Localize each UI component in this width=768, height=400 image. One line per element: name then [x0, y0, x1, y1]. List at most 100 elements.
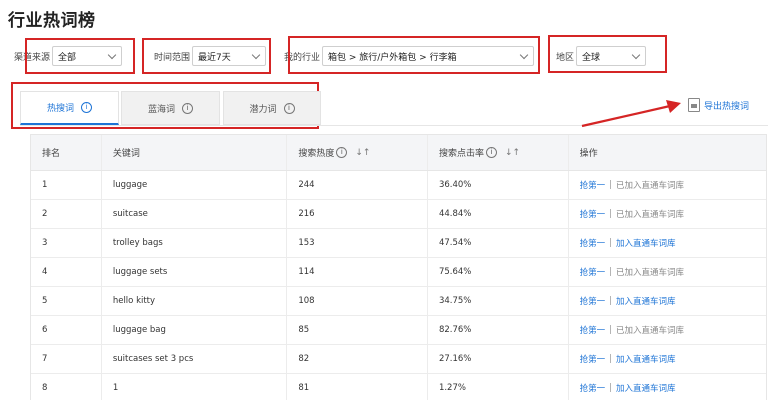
page-title: 行业热词榜: [8, 11, 96, 31]
cell-action: 抢第一 | 已加入直通车词库: [569, 316, 766, 344]
sort-icon[interactable]: ↓↑: [505, 148, 520, 158]
grab-first-link[interactable]: 抢第一: [580, 237, 606, 249]
added-to-library-status: 已加入直通车词库: [615, 268, 684, 278]
xls-file-icon: [688, 98, 700, 112]
action-separator: |: [609, 180, 612, 190]
cell-keyword: luggage: [102, 171, 288, 199]
cell-rank: 6: [31, 316, 102, 344]
grab-first-link[interactable]: 抢第一: [580, 324, 606, 336]
chevron-down-icon: [631, 50, 641, 59]
header-heat: 搜索热度 i ↓↑: [287, 135, 428, 170]
industry-filter-label: 我的行业: [284, 52, 321, 63]
cell-keyword: 1: [102, 374, 288, 400]
export-label: 导出热搜词: [704, 101, 750, 112]
time-select-value: 最近7天: [198, 52, 231, 63]
added-to-library-status: 已加入直通车词库: [615, 326, 684, 336]
cell-rank: 4: [31, 258, 102, 286]
table-row: 6 luggage bag 85 82.76% 抢第一 | 已加入直通车词库: [31, 316, 766, 345]
cell-ctr: 1.27%: [428, 374, 569, 400]
cell-ctr: 75.64%: [428, 258, 569, 286]
add-to-library-link[interactable]: 加入直通车词库: [616, 295, 676, 307]
add-to-library-link[interactable]: 加入直通车词库: [616, 237, 676, 249]
cell-action: 抢第一 | 已加入直通车词库: [569, 171, 766, 199]
cell-ctr: 36.40%: [428, 171, 569, 199]
table-row: 5 hello kitty 108 34.75% 抢第一 | 加入直通车词库: [31, 287, 766, 316]
export-button[interactable]: 导出热搜词: [688, 98, 749, 112]
cell-heat: 81: [287, 374, 428, 400]
header-heat-label: 搜索热度: [298, 149, 335, 159]
grab-first-link[interactable]: 抢第一: [580, 208, 606, 220]
action-separator: |: [609, 354, 612, 364]
cell-ctr: 34.75%: [428, 287, 569, 315]
chevron-down-icon: [519, 50, 529, 59]
cell-heat: 114: [287, 258, 428, 286]
tab-blue-ocean[interactable]: 蓝海词 i: [121, 91, 220, 125]
keyword-table: 排名 关键词 搜索热度 i ↓↑ 搜索点击率 i ↓↑ 操作 1 luggage 2…: [30, 134, 767, 400]
grab-first-link[interactable]: 抢第一: [580, 353, 606, 365]
cell-heat: 85: [287, 316, 428, 344]
grab-first-link[interactable]: 抢第一: [580, 295, 606, 307]
action-separator: |: [609, 209, 612, 219]
table-header: 排名 关键词 搜索热度 i ↓↑ 搜索点击率 i ↓↑ 操作: [31, 135, 766, 171]
sort-icon[interactable]: ↓↑: [355, 148, 370, 158]
tab-label: 潜力词: [249, 104, 277, 115]
tab-divider: [20, 125, 768, 126]
info-icon[interactable]: i: [336, 147, 348, 158]
header-keyword: 关键词: [102, 135, 288, 170]
added-to-library-status: 已加入直通车词库: [615, 210, 684, 220]
industry-select-value: 箱包 > 旅行/户外箱包 > 行李箱: [328, 52, 457, 63]
cell-action: 抢第一 | 加入直通车词库: [569, 345, 766, 373]
add-to-library-link[interactable]: 加入直通车词库: [616, 382, 676, 394]
cell-keyword: trolley bags: [102, 229, 288, 257]
time-select[interactable]: 最近7天: [192, 46, 267, 66]
cell-ctr: 47.54%: [428, 229, 569, 257]
time-filter: 时间范围 最近7天: [154, 45, 267, 67]
table-row: 7 suitcases set 3 pcs 82 27.16% 抢第一 | 加入直通车词库: [31, 345, 766, 374]
info-icon[interactable]: i: [283, 102, 295, 114]
add-to-library-link[interactable]: 加入直通车词库: [616, 353, 676, 365]
table-row: 1 luggage 244 36.40% 抢第一 | 已加入直通车词库: [31, 171, 766, 200]
tab-potential[interactable]: 潜力词 i: [223, 91, 321, 125]
tab-hot-search[interactable]: 热搜词 i: [20, 91, 119, 125]
action-separator: |: [609, 296, 612, 306]
cell-ctr: 82.76%: [428, 316, 569, 344]
cell-rank: 8: [31, 374, 102, 400]
action-separator: |: [609, 238, 612, 248]
info-icon[interactable]: i: [81, 102, 92, 113]
cell-rank: 5: [31, 287, 102, 315]
cell-keyword: suitcases set 3 pcs: [102, 345, 288, 373]
channel-filter: 渠道来源 全部: [14, 45, 123, 67]
info-icon[interactable]: i: [182, 102, 193, 114]
cell-keyword: luggage bag: [102, 316, 288, 344]
tab-label: 蓝海词: [147, 104, 175, 115]
table-row: 2 suitcase 216 44.84% 抢第一 | 已加入直通车词库: [31, 200, 766, 229]
cell-ctr: 44.84%: [428, 200, 569, 228]
chevron-down-icon: [251, 50, 261, 59]
industry-select[interactable]: 箱包 > 旅行/户外箱包 > 行李箱: [322, 46, 535, 66]
channel-select-value: 全部: [58, 52, 77, 63]
grab-first-link[interactable]: 抢第一: [580, 266, 606, 278]
cell-keyword: suitcase: [102, 200, 288, 228]
grab-first-link[interactable]: 抢第一: [580, 382, 606, 394]
table-row: 3 trolley bags 153 47.54% 抢第一 | 加入直通车词库: [31, 229, 766, 258]
cell-ctr: 27.16%: [428, 345, 569, 373]
tab-label: 热搜词: [46, 104, 74, 114]
channel-select[interactable]: 全部: [52, 46, 123, 66]
region-select[interactable]: 全球: [576, 46, 647, 66]
cell-action: 抢第一 | 已加入直通车词库: [569, 258, 766, 286]
header-rank: 排名: [31, 135, 102, 170]
cell-rank: 7: [31, 345, 102, 373]
grab-first-link[interactable]: 抢第一: [580, 179, 606, 191]
region-filter-label: 地区: [556, 52, 575, 63]
table-row: 8 1 81 1.27% 抢第一 | 加入直通车词库: [31, 374, 766, 400]
cell-action: 抢第一 | 加入直通车词库: [569, 287, 766, 315]
time-filter-label: 时间范围: [154, 52, 191, 63]
cell-heat: 82: [287, 345, 428, 373]
region-select-value: 全球: [582, 52, 601, 63]
cell-heat: 108: [287, 287, 428, 315]
cell-action: 抢第一 | 已加入直通车词库: [569, 200, 766, 228]
channel-filter-label: 渠道来源: [14, 52, 51, 63]
cell-heat: 153: [287, 229, 428, 257]
header-ctr: 搜索点击率 i ↓↑: [428, 135, 569, 170]
info-icon[interactable]: i: [485, 147, 497, 158]
